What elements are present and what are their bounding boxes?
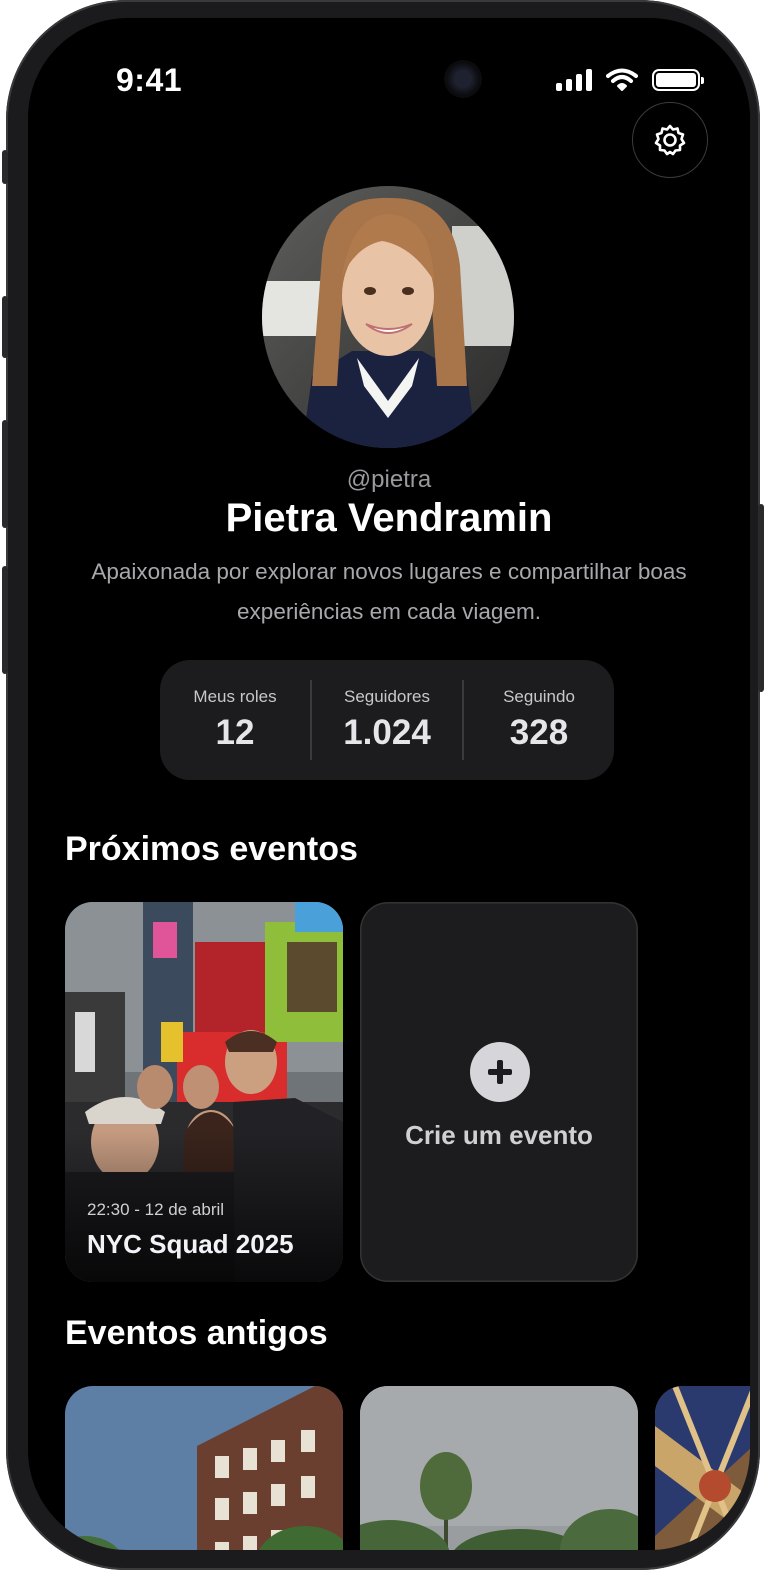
past-events-title: Eventos antigos [65,1314,328,1352]
past-event-photo [655,1386,750,1550]
past-event-card[interactable] [655,1386,750,1550]
cellular-signal-icon [556,69,592,91]
create-event-label: Crie um evento [405,1120,593,1150]
profile-stats: Meus roles 12 Seguidores 1.024 Seguindo … [160,660,614,780]
stat-followers[interactable]: Seguidores 1.024 [312,687,462,753]
profile-bio: Apaixonada por explorar novos lugares e … [91,559,687,624]
stat-value: 1.024 [343,713,431,752]
side-button-left [2,566,8,674]
wifi-icon [606,68,638,91]
plus-icon [470,1042,530,1102]
stat-label: Seguindo [503,687,575,706]
volume-down-button [2,420,8,528]
action-button [2,150,8,184]
stat-label: Meus roles [193,687,277,706]
past-event-card[interactable] [360,1386,638,1550]
battery-icon [652,69,704,91]
phone-frame: 9:41 @pietra Pietra Vendramin Apaixonada… [2,0,764,1570]
gear-icon [654,124,686,156]
event-card[interactable]: 22:30 - 12 de abril NYC Squad 2025 [65,902,343,1282]
front-camera [444,60,482,98]
power-button [758,504,764,692]
create-event-button[interactable]: Crie um evento [360,902,638,1282]
app-screen: 9:41 @pietra Pietra Vendramin Apaixonada… [28,18,750,1550]
stat-roles[interactable]: Meus roles 12 [160,687,310,753]
profile-handle: @pietra [346,466,432,493]
past-event-card[interactable] [65,1386,343,1550]
stat-value: 12 [215,713,255,752]
status-time: 9:41 [116,62,183,98]
stat-following[interactable]: Seguindo 328 [464,687,614,753]
profile-name: Pietra Vendramin [225,496,553,540]
status-icons [556,68,704,92]
settings-button[interactable] [632,102,708,178]
event-date: 22:30 - 12 de abril [87,1200,225,1219]
stat-value: 328 [509,713,569,752]
volume-up-button [2,296,8,358]
stat-label: Seguidores [343,687,430,706]
upcoming-events-title: Próximos eventos [65,830,358,868]
profile-avatar[interactable] [262,186,514,448]
event-title: NYC Squad 2025 [87,1229,294,1259]
past-event-photo [360,1386,638,1550]
avatar-photo [262,186,514,448]
past-event-photo [65,1386,343,1550]
